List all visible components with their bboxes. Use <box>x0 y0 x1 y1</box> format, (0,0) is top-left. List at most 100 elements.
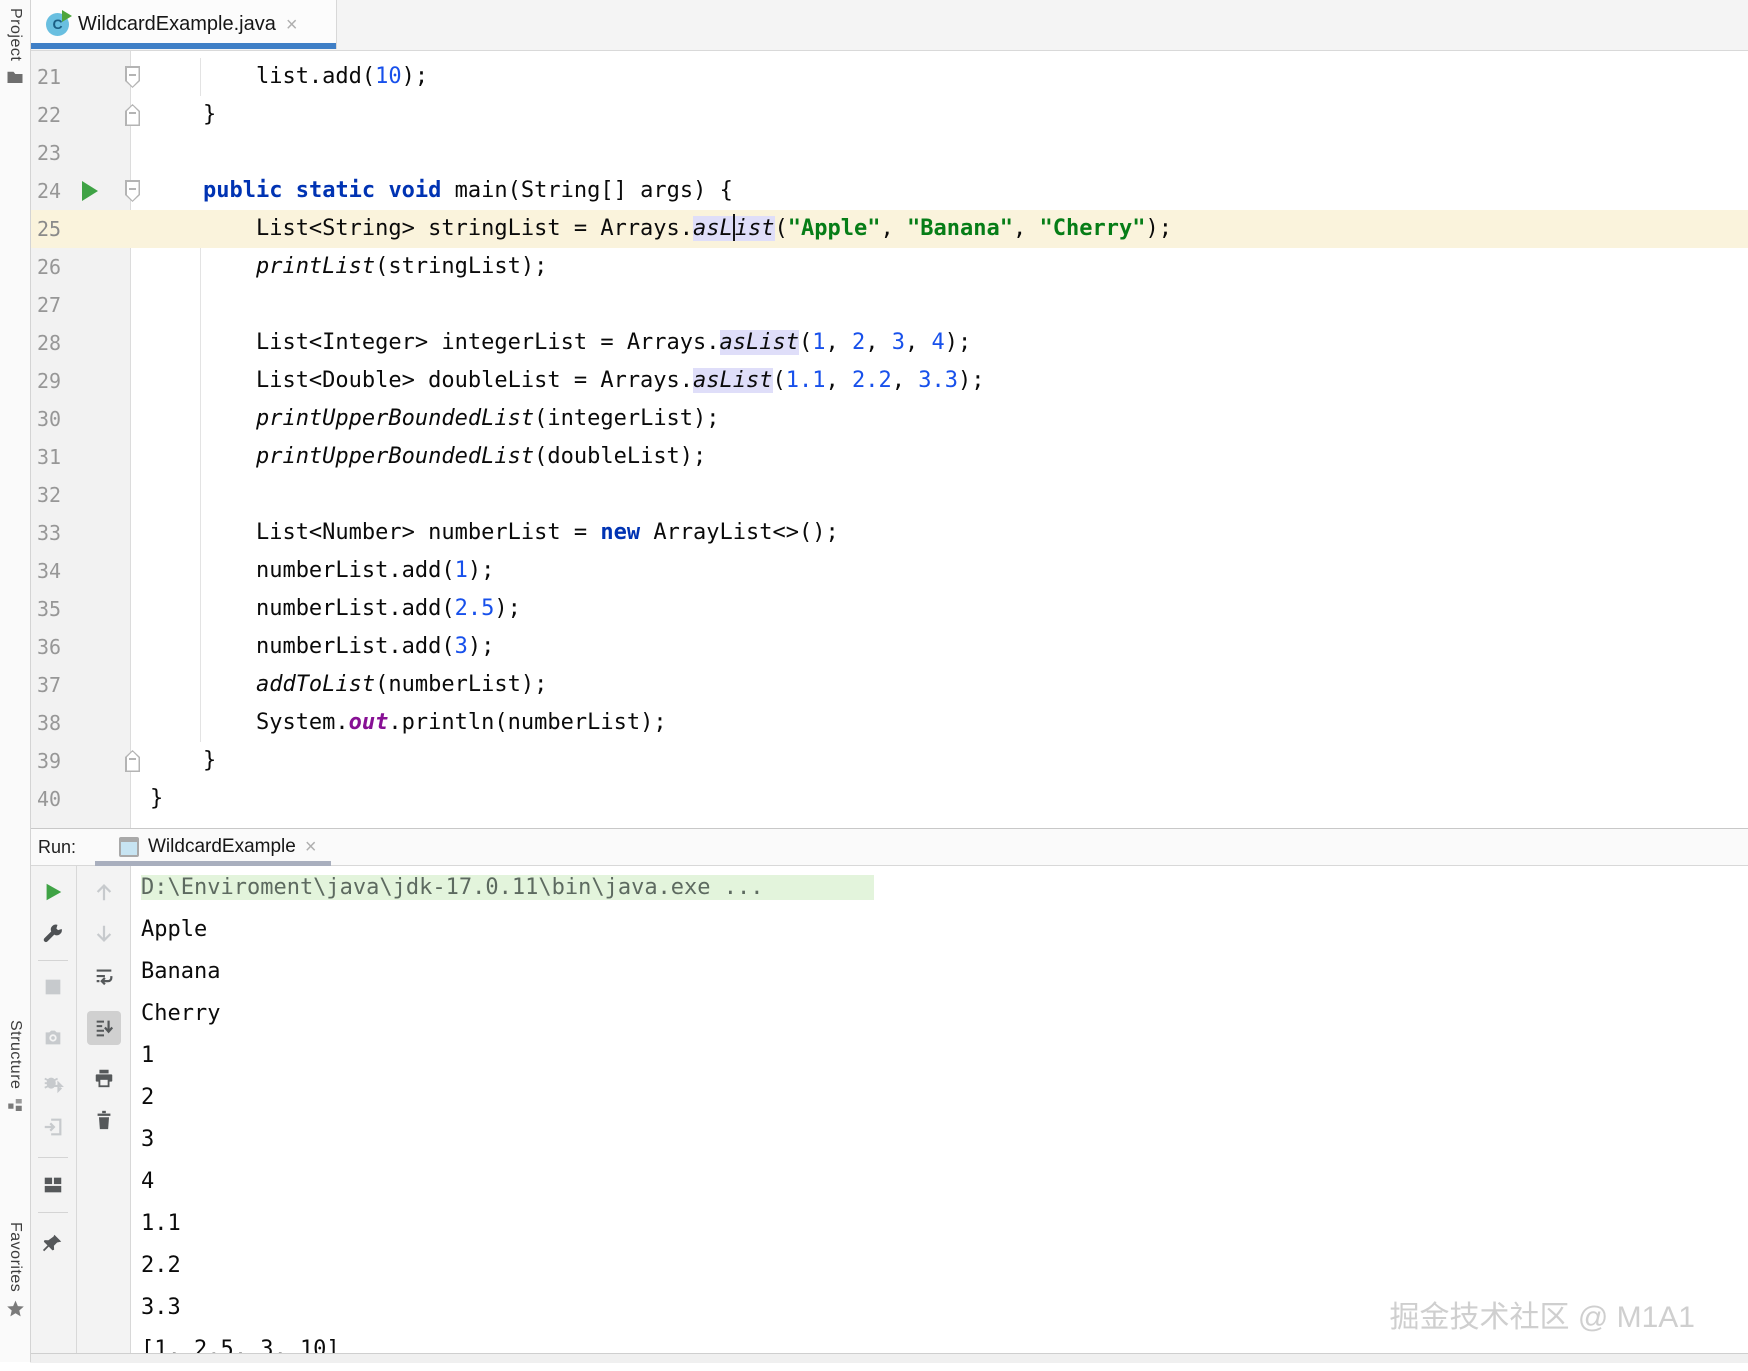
folder-icon <box>6 68 24 86</box>
code-token: (numberList); <box>375 672 548 697</box>
code-line[interactable]: 32 <box>30 476 1748 514</box>
rerun-icon <box>42 881 64 903</box>
soft-wrap-icon <box>93 966 115 988</box>
code-token: ); <box>958 368 985 393</box>
code-line[interactable]: 21 list.add(10); <box>30 58 1748 96</box>
code-line[interactable]: 28 List<Integer> integerList = Arrays.asL… <box>30 324 1748 362</box>
code-line[interactable]: 31 printUpperBoundedList(doubleList); <box>30 438 1748 476</box>
sidebar-item-project[interactable]: Project <box>0 8 30 86</box>
line-number: 33 <box>37 521 62 545</box>
code-token: printUpperBoundedList <box>255 444 535 469</box>
run-tab-wildcardexample[interactable]: WildcardExample × <box>95 829 331 866</box>
line-number: 37 <box>37 673 62 697</box>
code-token: , <box>825 368 853 393</box>
code-line[interactable]: 27 <box>30 286 1748 324</box>
code-token: ( <box>772 368 786 393</box>
step-into-frame-button[interactable] <box>36 1110 70 1144</box>
up-stack-trace-button[interactable] <box>87 875 121 909</box>
fold-marker-icon[interactable] <box>125 66 140 88</box>
up-stack-trace-icon <box>93 881 115 903</box>
pin-icon <box>42 1232 64 1254</box>
console-output[interactable]: D:\Enviroment\java\jdk-17.0.11\bin\java.… <box>131 865 1748 1364</box>
code-line[interactable]: 25 List<String> stringList = Arrays.asLis… <box>30 210 1748 248</box>
code-line[interactable]: 29 List<Double> doubleList = Arrays.asLis… <box>30 362 1748 400</box>
code-editor[interactable]: 21 list.add(10); 22} 23 24 public static void… <box>30 50 1748 828</box>
code-token: , <box>825 330 853 355</box>
line-number: 27 <box>37 293 62 317</box>
down-stack-trace-button[interactable] <box>87 917 121 951</box>
console-line: Apple <box>141 909 1748 951</box>
favorites-label: Favorites <box>7 1222 24 1293</box>
code-line[interactable]: 24 public static void main(String[] args)… <box>30 172 1748 210</box>
fold-marker-icon[interactable] <box>125 104 140 126</box>
code-line[interactable]: 37 addToList(numberList); <box>30 666 1748 704</box>
code-token: printUpperBoundedList <box>255 406 535 431</box>
close-icon[interactable]: × <box>305 837 317 857</box>
stop-button[interactable] <box>36 970 70 1004</box>
line-number: 38 <box>37 711 62 735</box>
code-line[interactable]: 36 numberList.add(3); <box>30 628 1748 666</box>
code-token: out <box>348 710 389 735</box>
sidebar-item-favorites[interactable]: Favorites <box>0 1222 30 1317</box>
rerun-button[interactable] <box>36 875 70 909</box>
code-line[interactable]: 22} <box>30 96 1748 134</box>
run-config-icon <box>119 837 139 857</box>
console-text: Banana <box>141 959 221 984</box>
code-token: (integerList); <box>534 406 720 431</box>
editor-tab-title: WildcardExample.java <box>78 13 276 35</box>
code-text: numberList.add(2.5); <box>150 590 521 628</box>
code-line[interactable]: 38 System.out.println(numberList); <box>30 704 1748 742</box>
pin-button[interactable] <box>36 1226 70 1260</box>
line-number: 35 <box>37 597 62 621</box>
scroll-to-end-button[interactable] <box>87 1011 121 1045</box>
code-line[interactable]: 40} <box>30 780 1748 818</box>
watermark: 掘金技术社区 @ M1A1 <box>1389 1301 1696 1334</box>
fold-marker-icon[interactable] <box>125 750 140 772</box>
code-token: ( <box>799 330 813 355</box>
screenshot-camera-button[interactable] <box>36 1020 70 1054</box>
code-token: 4 <box>931 330 945 355</box>
code-line[interactable]: 30 printUpperBoundedList(integerList); <box>30 400 1748 438</box>
code-text: list.add(10); <box>150 58 428 96</box>
code-token: (stringList); <box>375 254 548 279</box>
code-line[interactable]: 34 numberList.add(1); <box>30 552 1748 590</box>
code-token: , <box>1012 216 1040 241</box>
console-text: 1.1 <box>141 1211 181 1236</box>
console-text: Apple <box>141 917 208 942</box>
console-text: 1 <box>141 1043 155 1068</box>
line-number: 30 <box>37 407 62 431</box>
code-token: 2 <box>852 330 866 355</box>
line-number: 25 <box>37 217 62 241</box>
code-token: public <box>202 178 283 203</box>
code-line[interactable]: 35 numberList.add(2.5); <box>30 590 1748 628</box>
settings-wrench-icon <box>42 923 64 945</box>
code-token: asL <box>693 216 733 241</box>
tab-wildcardexample-java[interactable]: C WildcardExample.java × <box>30 0 337 49</box>
code-token: List<Double> doubleList = Arrays. <box>255 368 694 393</box>
code-token: List<String> stringList = Arrays. <box>255 216 694 241</box>
fold-marker-icon[interactable] <box>125 180 140 202</box>
settings-wrench-button[interactable] <box>36 917 70 951</box>
soft-wrap-button[interactable] <box>87 960 121 994</box>
code-text: numberList.add(3); <box>150 628 494 666</box>
close-icon[interactable]: × <box>286 15 298 35</box>
code-token: } <box>202 748 217 773</box>
code-token: 2.2 <box>852 368 892 393</box>
code-token: ); <box>467 558 495 583</box>
restore-layout-button[interactable] <box>36 1168 70 1202</box>
code-line[interactable]: 33 List<Number> numberList = new ArrayLis… <box>30 514 1748 552</box>
code-line[interactable]: 23 <box>30 134 1748 172</box>
restart-debug-button[interactable] <box>36 1068 70 1102</box>
code-token: .println(numberList); <box>388 710 667 735</box>
print-button[interactable] <box>87 1061 121 1095</box>
line-number: 29 <box>37 369 62 393</box>
run-line-icon[interactable] <box>82 181 98 201</box>
code-token: ist <box>734 216 775 241</box>
tool-window-stripe: Project Structure Favorites <box>0 0 31 1362</box>
code-line[interactable]: 26 printList(stringList); <box>30 248 1748 286</box>
code-line[interactable]: 39} <box>30 742 1748 780</box>
clear-all-button[interactable] <box>87 1103 121 1137</box>
sidebar-item-structure[interactable]: Structure <box>0 1020 30 1114</box>
console-line: Banana <box>141 951 1748 993</box>
